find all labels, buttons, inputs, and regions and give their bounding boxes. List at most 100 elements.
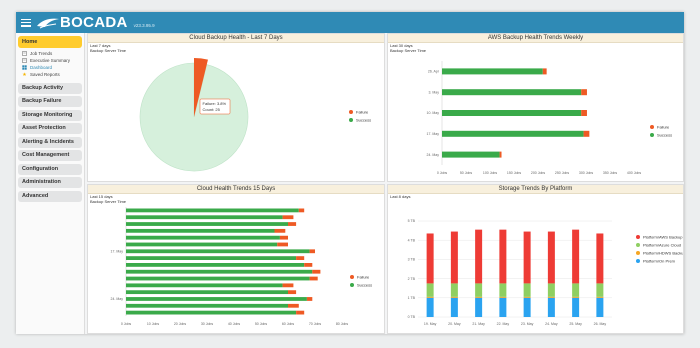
sidebar-item-cost-management[interactable]: Cost Management <box>18 150 82 161</box>
bar-success <box>126 283 283 288</box>
sidebar-item-backup-failure[interactable]: Backup Failure <box>18 96 82 107</box>
top-bar: BOCADA v23.3.95.9 <box>16 12 684 33</box>
sidebar-subitem-label: Dashboard <box>30 65 53 70</box>
bar-segment <box>475 296 483 298</box>
tick-label: 200 Jobs <box>531 171 545 175</box>
sidebar-item-asset-protection[interactable]: Asset Protection <box>18 123 82 134</box>
bar-segment <box>572 297 580 317</box>
legend-label: Success <box>657 133 672 138</box>
bar-segment <box>523 231 531 284</box>
bar-failure <box>288 303 299 308</box>
doc-icon <box>22 58 27 63</box>
bar-failure <box>306 297 313 301</box>
bar-success <box>126 249 310 254</box>
bar-segment <box>572 283 580 297</box>
hamburger-menu-icon[interactable] <box>21 18 31 27</box>
legend-label: Platform/HDWS Backup <box>643 251 683 256</box>
tick-label: 4 TB <box>408 238 416 242</box>
legend-label: Success <box>356 118 371 123</box>
tick-label: 21. May <box>472 322 485 326</box>
bar-segment <box>499 296 507 298</box>
bar-segment <box>547 297 555 317</box>
sidebar-subitem-label: Saved Reports <box>30 72 60 77</box>
bar-failure <box>296 256 305 260</box>
tick-label: 60 Jobs <box>282 322 295 326</box>
grid-icon <box>22 65 27 70</box>
bar-segment <box>596 283 604 297</box>
sidebar-item-backup-activity[interactable]: Backup Activity <box>18 82 82 94</box>
stacked-bar-chart-storage[interactable]: 0 TB 1 TB 2 TB 3 TB 4 TB 5 TB 19. May 20. May 21… <box>388 199 683 333</box>
panel-cloud-backup-health: Cloud Backup Health - Last 7 Days Last 7… <box>87 33 385 182</box>
bar-success <box>126 269 313 274</box>
legend-label: Failure <box>356 110 369 115</box>
sidebar-item-alerting-incidents[interactable]: Alerting & Incidents <box>18 136 82 148</box>
tick-label: 400 Jobs <box>627 171 641 175</box>
bar-failure <box>304 263 313 267</box>
sidebar-subitem-job-trends[interactable]: Job Trends <box>18 50 82 57</box>
panel-storage-trends: Storage Trends By Platform Last 8 days 0… <box>387 184 684 334</box>
tick-label: 23. May <box>521 322 534 326</box>
tick-label: 24. May <box>111 297 124 301</box>
legend-marker <box>350 275 354 279</box>
bar-success <box>126 263 305 267</box>
bar-failure <box>288 290 297 295</box>
bar-segment <box>547 231 555 284</box>
legend-label: Success <box>357 283 372 288</box>
bar-segment <box>523 283 531 297</box>
bar-segment <box>450 296 458 298</box>
tooltip-line: Failure: 3.8% <box>203 101 227 106</box>
legend-marker <box>650 125 654 129</box>
legend-marker <box>349 118 353 122</box>
sidebar-item-administration[interactable]: Administration <box>18 177 82 188</box>
bar-success <box>126 215 283 220</box>
bar-failure <box>583 130 590 137</box>
bar-segment <box>596 296 604 298</box>
legend-marker <box>350 283 354 287</box>
sidebar-subitem-label: Job Trends <box>30 51 53 56</box>
tick-label: 100 Jobs <box>483 171 497 175</box>
bar-failure <box>282 215 294 220</box>
tick-label: 26. May <box>594 322 607 326</box>
tick-label: 22. May <box>497 322 510 326</box>
tick-label: 50 Jobs <box>460 171 473 175</box>
tick-label: 80 Jobs <box>336 322 349 326</box>
bar-success <box>126 276 310 281</box>
sidebar-subitem-executive-summary[interactable]: Executive Summary <box>18 57 82 64</box>
bar-success <box>126 222 288 226</box>
sidebar-subitem-saved-reports[interactable]: ★ Saved Reports <box>18 71 82 78</box>
tick-label: 10 Jobs <box>147 322 160 326</box>
tick-label: 300 Jobs <box>579 171 593 175</box>
sidebar-item-configuration[interactable]: Configuration <box>18 163 82 175</box>
bar-failure <box>282 283 294 288</box>
bar-chart-15-days[interactable]: 0 Jobs 10 Jobs 20 Jobs 30 Jobs 40 Jobs 50 Job… <box>88 204 384 333</box>
tick-label: 20. May <box>448 322 461 326</box>
sidebar-subitem-dashboard[interactable]: Dashboard <box>18 64 82 71</box>
sidebar-item-storage-monitoring[interactable]: Storage Monitoring <box>18 109 82 121</box>
tick-label: 26. Apr <box>428 70 440 74</box>
legend-label: Failure <box>357 275 370 280</box>
bar-success <box>126 297 307 301</box>
panel-cloud-health-15-days: Cloud Health Trends 15 Days Last 15 days… <box>87 184 385 334</box>
tick-label: 40 Jobs <box>228 322 241 326</box>
tick-label: 250 Jobs <box>555 171 569 175</box>
bar-failure <box>581 110 587 116</box>
bar-chart-aws[interactable]: 0 Jobs 50 Jobs 100 Jobs 150 Jobs 200 Jobs 250… <box>388 53 683 181</box>
tick-label: 150 Jobs <box>507 171 521 175</box>
tick-label: 5 TB <box>408 219 416 223</box>
panel-title: Cloud Health Trends 15 Days <box>88 185 384 194</box>
tick-label: 3 TB <box>408 258 416 262</box>
bar-segment <box>426 283 434 297</box>
bar-segment <box>475 283 483 297</box>
brand-logo[interactable]: BOCADA <box>37 14 128 31</box>
bar-segment <box>499 283 507 297</box>
sidebar-item-home[interactable]: Home <box>18 36 82 48</box>
sidebar-item-advanced[interactable]: Advanced <box>18 190 82 202</box>
panel-title: Storage Trends By Platform <box>388 185 683 194</box>
bar-success <box>126 242 278 247</box>
bar-failure <box>279 235 288 240</box>
pie-chart[interactable]: Failure: 3.8%Count: 25 Failure Success <box>88 53 384 181</box>
tick-label: 30 Jobs <box>201 322 214 326</box>
bar-failure <box>296 310 305 315</box>
tick-label: 0 Jobs <box>437 171 448 175</box>
bar-segment <box>596 233 604 284</box>
